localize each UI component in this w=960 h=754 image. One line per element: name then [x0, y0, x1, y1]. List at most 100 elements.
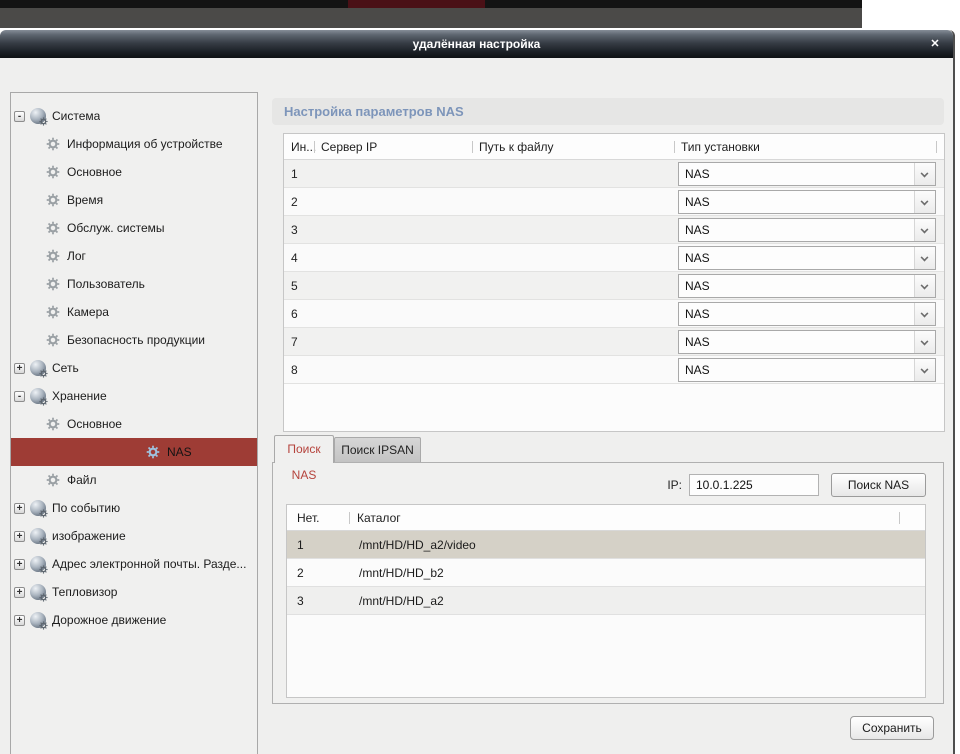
sidebar-item-traffic[interactable]: + Дорожное движение [11, 606, 257, 634]
directory-table-header: Нет. Каталог [287, 505, 925, 531]
sidebar-item-general-system[interactable]: Основное [11, 158, 257, 186]
collapse-icon[interactable]: - [14, 391, 25, 402]
gear-icon [39, 509, 48, 518]
chevron-down-icon[interactable] [914, 303, 935, 325]
expand-icon[interactable]: + [14, 363, 25, 374]
chevron-down-icon[interactable] [914, 359, 935, 381]
sidebar-item-nas[interactable]: NAS [11, 438, 257, 466]
chevron-down-icon[interactable] [914, 275, 935, 297]
expand-icon[interactable]: + [14, 531, 25, 542]
gear-icon [46, 473, 60, 487]
nas-row[interactable]: 3 NAS [284, 216, 944, 244]
sidebar-item-general-storage[interactable]: Основное [11, 410, 257, 438]
mount-type-dropdown[interactable]: NAS [678, 162, 936, 186]
sidebar-item-thermal[interactable]: + Тепловизор [11, 578, 257, 606]
category-icon [30, 528, 46, 544]
directory-row[interactable]: 3 /mnt/HD/HD_a2 [287, 587, 925, 615]
gear-icon [39, 369, 48, 378]
mount-type-dropdown[interactable]: NAS [678, 190, 936, 214]
sidebar-item-label: Лог [67, 249, 86, 263]
sidebar-item-event[interactable]: + По событию [11, 494, 257, 522]
column-header-no: Нет. [297, 511, 319, 525]
sidebar-item-system-maintenance[interactable]: Обслуж. системы [11, 214, 257, 242]
mount-type-dropdown[interactable]: NAS [678, 358, 936, 382]
sidebar-item-device-info[interactable]: Информация об устройстве [11, 130, 257, 158]
column-header-file-path: Путь к файлу [479, 140, 554, 154]
nas-row[interactable]: 8 NAS [284, 356, 944, 384]
category-icon [30, 584, 46, 600]
nas-row[interactable]: 4 NAS [284, 244, 944, 272]
save-button[interactable]: Сохранить [850, 716, 934, 740]
nas-settings-table: Ин... Сервер IP Путь к файлу Тип установ… [283, 133, 945, 432]
sidebar-item-label: Адрес электронной почты. Разде... [52, 557, 246, 571]
directory-no: 3 [297, 594, 304, 608]
chevron-down-icon[interactable] [914, 163, 935, 185]
expand-icon[interactable]: + [14, 503, 25, 514]
gear-icon [46, 193, 60, 207]
nas-row[interactable]: 1 NAS [284, 160, 944, 188]
mount-type-dropdown[interactable]: NAS [678, 330, 936, 354]
close-icon[interactable]: ✕ [927, 36, 943, 52]
mount-type-dropdown[interactable]: NAS [678, 302, 936, 326]
gear-icon [39, 593, 48, 602]
sidebar-item-time[interactable]: Время [11, 186, 257, 214]
sidebar-item-camera[interactable]: Камера [11, 298, 257, 326]
category-icon [30, 612, 46, 628]
sidebar-item-email[interactable]: + Адрес электронной почты. Разде... [11, 550, 257, 578]
nas-table-header: Ин... Сервер IP Путь к файлу Тип установ… [284, 134, 944, 160]
expand-icon[interactable]: + [14, 587, 25, 598]
dropdown-value: NAS [685, 163, 710, 185]
sidebar-item-network[interactable]: + Сеть [11, 354, 257, 382]
sidebar-item-storage[interactable]: - Хранение [11, 382, 257, 410]
chevron-down-icon[interactable] [914, 191, 935, 213]
nas-row-index: 1 [291, 167, 298, 181]
gear-icon [39, 117, 48, 126]
nas-row-index: 8 [291, 363, 298, 377]
sidebar-item-label: Файл [67, 473, 97, 487]
category-icon [30, 500, 46, 516]
gear-icon [39, 537, 48, 546]
mount-type-dropdown[interactable]: NAS [678, 274, 936, 298]
sidebar-item-file[interactable]: Файл [11, 466, 257, 494]
nas-row[interactable]: 2 NAS [284, 188, 944, 216]
gear-icon [39, 565, 48, 574]
expand-icon[interactable]: + [14, 559, 25, 570]
sidebar-item-label: Безопасность продукции [67, 333, 205, 347]
sidebar-item-log[interactable]: Лог [11, 242, 257, 270]
sidebar-item-image[interactable]: + изображение [11, 522, 257, 550]
nas-row-index: 5 [291, 279, 298, 293]
nas-row[interactable]: 5 NAS [284, 272, 944, 300]
ip-label: IP: [653, 478, 682, 492]
chevron-down-icon[interactable] [914, 247, 935, 269]
sidebar-item-label: Основное [67, 417, 122, 431]
search-nas-button[interactable]: Поиск NAS [831, 473, 926, 497]
tab-search-nas[interactable]: Поиск NAS [274, 435, 334, 463]
sidebar-item-user[interactable]: Пользователь [11, 270, 257, 298]
sidebar-item-system[interactable]: - Система [11, 102, 257, 130]
nas-row[interactable]: 6 NAS [284, 300, 944, 328]
mount-type-dropdown[interactable]: NAS [678, 218, 936, 242]
collapse-icon[interactable]: - [14, 111, 25, 122]
dialog-titlebar[interactable]: удалённая настройка ✕ [0, 30, 953, 58]
gear-icon [46, 221, 60, 235]
tab-search-ipsan[interactable]: Поиск IPSAN [334, 437, 421, 462]
directory-row[interactable]: 1 /mnt/HD/HD_a2/video [287, 531, 925, 559]
gear-icon [46, 333, 60, 347]
ip-input[interactable] [689, 474, 819, 496]
gear-icon [146, 445, 160, 459]
directory-no: 2 [297, 566, 304, 580]
mount-type-dropdown[interactable]: NAS [678, 246, 936, 270]
dialog-title: удалённая настройка [0, 30, 953, 58]
directory-row[interactable]: 2 /mnt/HD/HD_b2 [287, 559, 925, 587]
sidebar-item-label: Хранение [52, 389, 107, 403]
chevron-down-icon[interactable] [914, 331, 935, 353]
sidebar-item-label: Дорожное движение [52, 613, 166, 627]
dropdown-value: NAS [685, 191, 710, 213]
sidebar-item-label: Система [52, 109, 100, 123]
sidebar-item-label: Время [67, 193, 103, 207]
expand-icon[interactable]: + [14, 615, 25, 626]
nas-row[interactable]: 7 NAS [284, 328, 944, 356]
sidebar-item-label: По событию [52, 501, 120, 515]
chevron-down-icon[interactable] [914, 219, 935, 241]
sidebar-item-product-security[interactable]: Безопасность продукции [11, 326, 257, 354]
